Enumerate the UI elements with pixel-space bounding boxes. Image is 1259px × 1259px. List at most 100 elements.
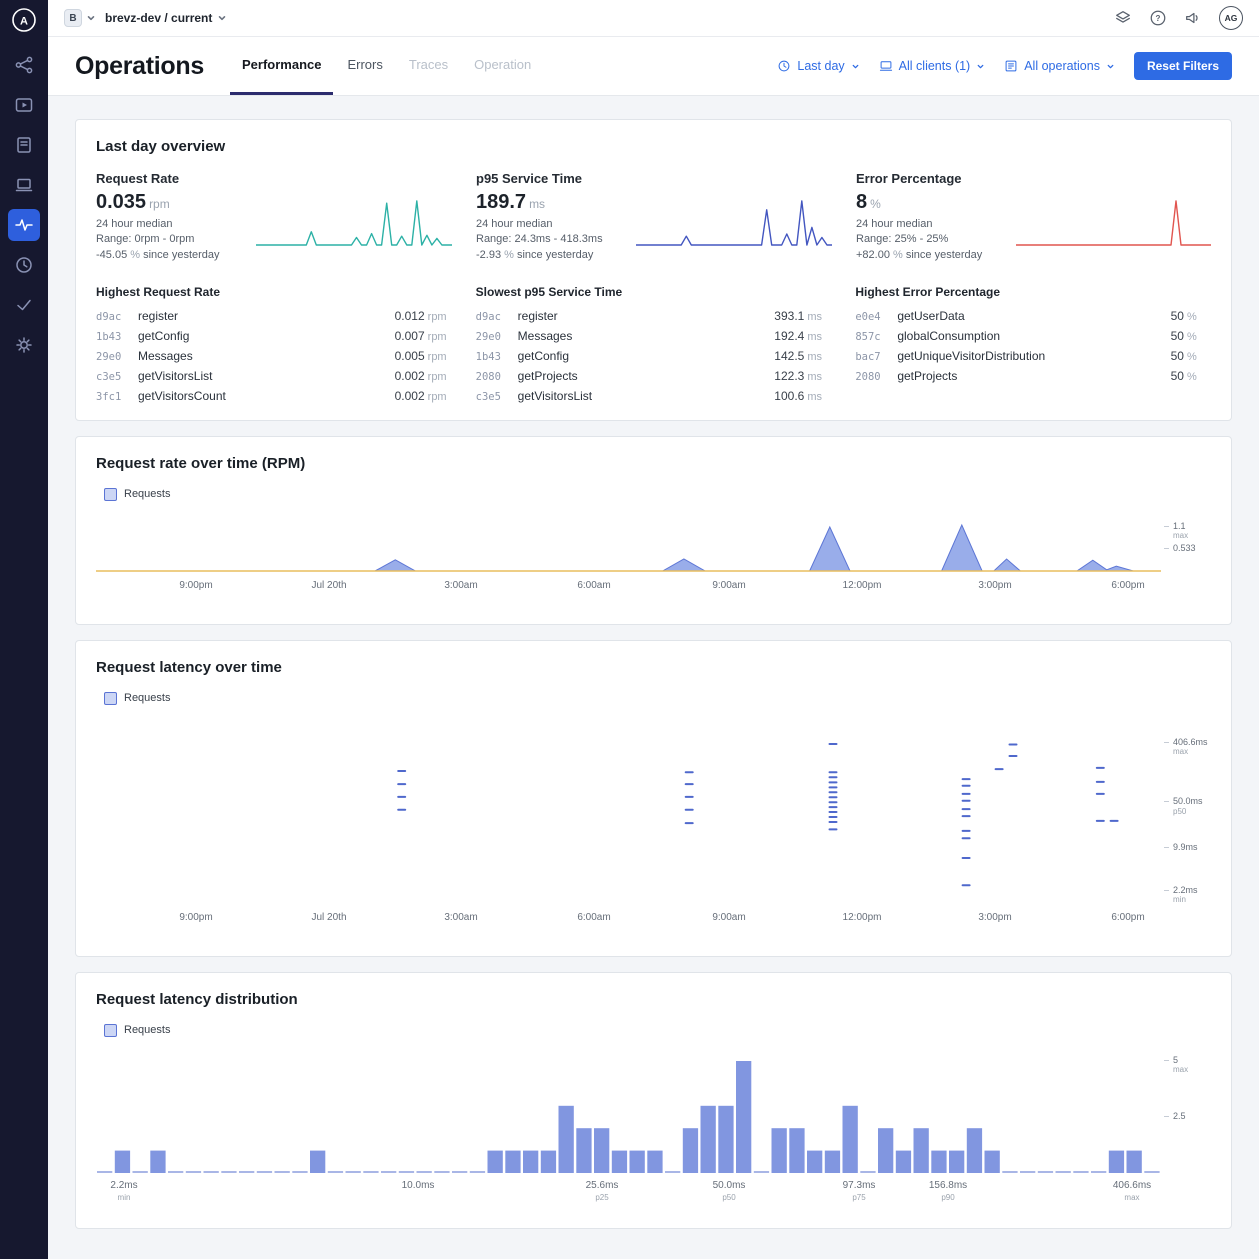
x-tick-label: 9:00pm: [179, 912, 212, 923]
legend-swatch-icon: [104, 692, 117, 705]
overview-card: Last day overview Request Rate 0.035rpm …: [75, 119, 1232, 421]
operation-row[interactable]: 3fc1getVisitorsCount0.002rpm: [96, 386, 452, 406]
operation-row[interactable]: 1b43getConfig142.5ms: [476, 346, 832, 366]
chevron-down-icon: [1106, 62, 1115, 71]
operation-hash: 2080: [476, 371, 518, 383]
distribution-legend[interactable]: Requests: [104, 1024, 170, 1037]
operation-value: 50: [1171, 329, 1184, 343]
operation-name: getVisitorsList: [138, 369, 395, 383]
distribution-x-axis: 2.2msmin10.0ms25.6msp2550.0msp5097.3msp7…: [96, 1180, 1211, 1214]
reset-filters-button[interactable]: Reset Filters: [1134, 52, 1232, 80]
apollo-logo-icon[interactable]: A: [11, 7, 37, 33]
operation-value: 0.002: [395, 389, 425, 403]
org-initial: B: [69, 13, 76, 24]
operation-hash: 29e0: [476, 331, 518, 343]
operation-value: 142.5: [774, 349, 804, 363]
clock-icon[interactable]: [8, 249, 40, 281]
page-header: Operations Performance Errors Traces Ope…: [48, 37, 1259, 96]
operation-row[interactable]: e0e4getUserData50%: [855, 306, 1211, 326]
metric-request-rate: Request Rate 0.035rpm 24 hour median Ran…: [96, 171, 452, 261]
app-root: A B: [0, 0, 1259, 1259]
overview-title: Last day overview: [96, 138, 1211, 155]
chevron-down-icon[interactable]: [86, 13, 96, 23]
operation-value: 0.007: [395, 329, 425, 343]
metric-value: 0.035: [96, 191, 146, 213]
chevron-down-icon: [217, 13, 227, 23]
y-tick-label: 2.5: [1173, 1111, 1186, 1122]
legend-swatch-icon: [104, 488, 117, 501]
operation-unit: rpm: [428, 331, 452, 343]
operation-hash: 857c: [855, 331, 897, 343]
checks-icon[interactable]: [8, 289, 40, 321]
org-switcher[interactable]: B: [64, 9, 82, 27]
latency-legend[interactable]: Requests: [104, 692, 170, 705]
operation-row[interactable]: 857cglobalConsumption50%: [855, 326, 1211, 346]
operation-row[interactable]: c3e5getVisitorsList0.002rpm: [96, 366, 452, 386]
x-tick-label: 9:00am: [712, 912, 745, 923]
operation-unit: rpm: [428, 391, 452, 403]
operation-hash: 2080: [855, 371, 897, 383]
clock-icon: [777, 59, 791, 73]
operation-row[interactable]: c3e5getVisitorsList100.6ms: [476, 386, 832, 406]
y-tick-label: 406.6msmax: [1173, 737, 1208, 757]
breadcrumb[interactable]: brevz-dev / current: [105, 11, 227, 25]
chevron-down-icon: [851, 62, 860, 71]
breadcrumb-label: brevz-dev / current: [105, 11, 212, 25]
x-tick-label: 3:00pm: [978, 580, 1011, 591]
operation-row[interactable]: 29e0Messages192.4ms: [476, 326, 832, 346]
tab-performance[interactable]: Performance: [230, 37, 333, 95]
help-icon[interactable]: ?: [1149, 9, 1167, 27]
operations-pulse-icon[interactable]: [8, 209, 40, 241]
operation-row[interactable]: 2080getProjects122.3ms: [476, 366, 832, 386]
user-avatar[interactable]: AG: [1219, 6, 1243, 30]
legend-swatch-icon: [104, 1024, 117, 1037]
overview-list: Slowest p95 Service Timed9acregister393.…: [476, 285, 832, 406]
operation-value: 0.005: [395, 349, 425, 363]
operation-hash: 1b43: [96, 331, 138, 343]
page-title: Operations: [75, 52, 204, 81]
operation-name: getVisitorsList: [518, 389, 775, 403]
x-tick-label: 12:00pm: [843, 912, 882, 923]
operation-name: getUserData: [897, 309, 1170, 323]
tab-errors[interactable]: Errors: [335, 37, 394, 95]
latency-card: Request latency over time Requests 406.6…: [75, 640, 1232, 957]
operation-row[interactable]: bac7getUniqueVisitorDistribution50%: [855, 346, 1211, 366]
operation-value: 122.3: [774, 369, 804, 383]
operations-filter[interactable]: All operations: [1004, 59, 1115, 73]
operation-value: 192.4: [774, 329, 804, 343]
schema-book-icon[interactable]: [8, 129, 40, 161]
operation-row[interactable]: 1b43getConfig0.007rpm: [96, 326, 452, 346]
announcements-megaphone-icon[interactable]: [1184, 9, 1202, 27]
metric-p95-service-time: p95 Service Time 189.7ms 24 hour median …: [476, 171, 832, 261]
time-range-filter[interactable]: Last day: [777, 59, 859, 73]
graph-icon[interactable]: [8, 49, 40, 81]
explorer-play-icon[interactable]: [8, 89, 40, 121]
operation-row[interactable]: d9acregister393.1ms: [476, 306, 832, 326]
legend-label: Requests: [124, 488, 170, 500]
tabs: Performance Errors Traces Operation: [230, 37, 543, 95]
settings-gear-icon[interactable]: [8, 329, 40, 361]
x-tick-label: 156.8msp90: [929, 1180, 967, 1202]
list-title: Highest Error Percentage: [855, 285, 1211, 299]
operation-unit: rpm: [428, 351, 452, 363]
p95-sparkline: [636, 195, 832, 249]
x-tick-label: 50.0msp50: [713, 1180, 746, 1202]
layers-icon[interactable]: [1114, 9, 1132, 27]
operation-row[interactable]: 29e0Messages0.005rpm: [96, 346, 452, 366]
operation-hash: 1b43: [476, 351, 518, 363]
content: Last day overview Request Rate 0.035rpm …: [48, 96, 1259, 1259]
y-tick-label: 0.533: [1173, 543, 1196, 554]
rpm-legend[interactable]: Requests: [104, 488, 170, 501]
operation-row[interactable]: d9acregister0.012rpm: [96, 306, 452, 326]
operation-name: Messages: [138, 349, 395, 363]
clients-laptop-icon[interactable]: [8, 169, 40, 201]
operations-list-icon: [1004, 59, 1018, 73]
operation-value: 50: [1171, 369, 1184, 383]
metric-delta: +82.00 % since yesterday: [856, 249, 1008, 261]
metric-value: 8: [856, 191, 867, 213]
latency-chart[interactable]: 406.6msmax50.0msp509.9ms2.2msmin: [96, 717, 1211, 907]
operation-row[interactable]: 2080getProjects50%: [855, 366, 1211, 386]
rpm-chart[interactable]: 1.1max0.533: [96, 513, 1211, 575]
clients-filter[interactable]: All clients (1): [879, 59, 986, 73]
distribution-chart[interactable]: 5max2.5: [96, 1049, 1211, 1175]
